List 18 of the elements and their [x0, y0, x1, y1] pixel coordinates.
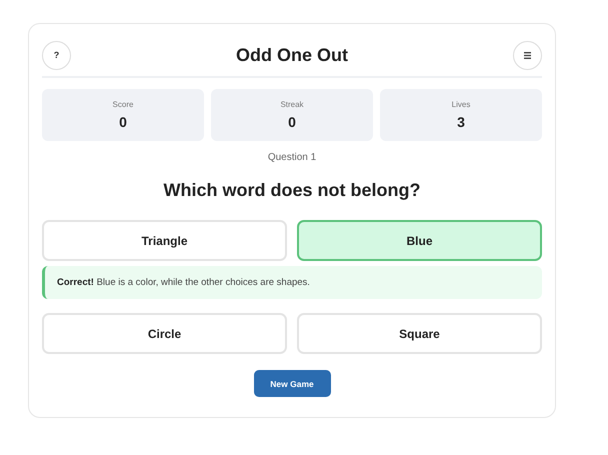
answer-option[interactable]: Square	[297, 313, 542, 354]
answer-option[interactable]: Blue	[297, 220, 542, 261]
menu-icon	[524, 52, 531, 58]
answer-option[interactable]: Circle	[42, 313, 287, 354]
question-number: Question 1	[266, 152, 318, 163]
menu-button[interactable]	[513, 40, 542, 70]
stat-value: 0	[119, 114, 127, 130]
answer-option[interactable]: Triangle	[42, 220, 287, 261]
stat-value: 3	[457, 114, 465, 130]
feedback-message: Correct! Blue is a color, while the other choices are shapes.	[42, 266, 542, 299]
stat-label: Lives	[452, 100, 470, 109]
stat-value: 0	[288, 114, 296, 130]
game-title: Odd One Out	[236, 44, 348, 66]
new-game-button[interactable]: New Game	[254, 370, 330, 397]
help-button[interactable]: ?	[42, 40, 71, 70]
stat-label: Score	[112, 100, 134, 109]
question-text: Which word does not belong?	[162, 180, 422, 201]
stat-label: Streak	[280, 100, 304, 109]
